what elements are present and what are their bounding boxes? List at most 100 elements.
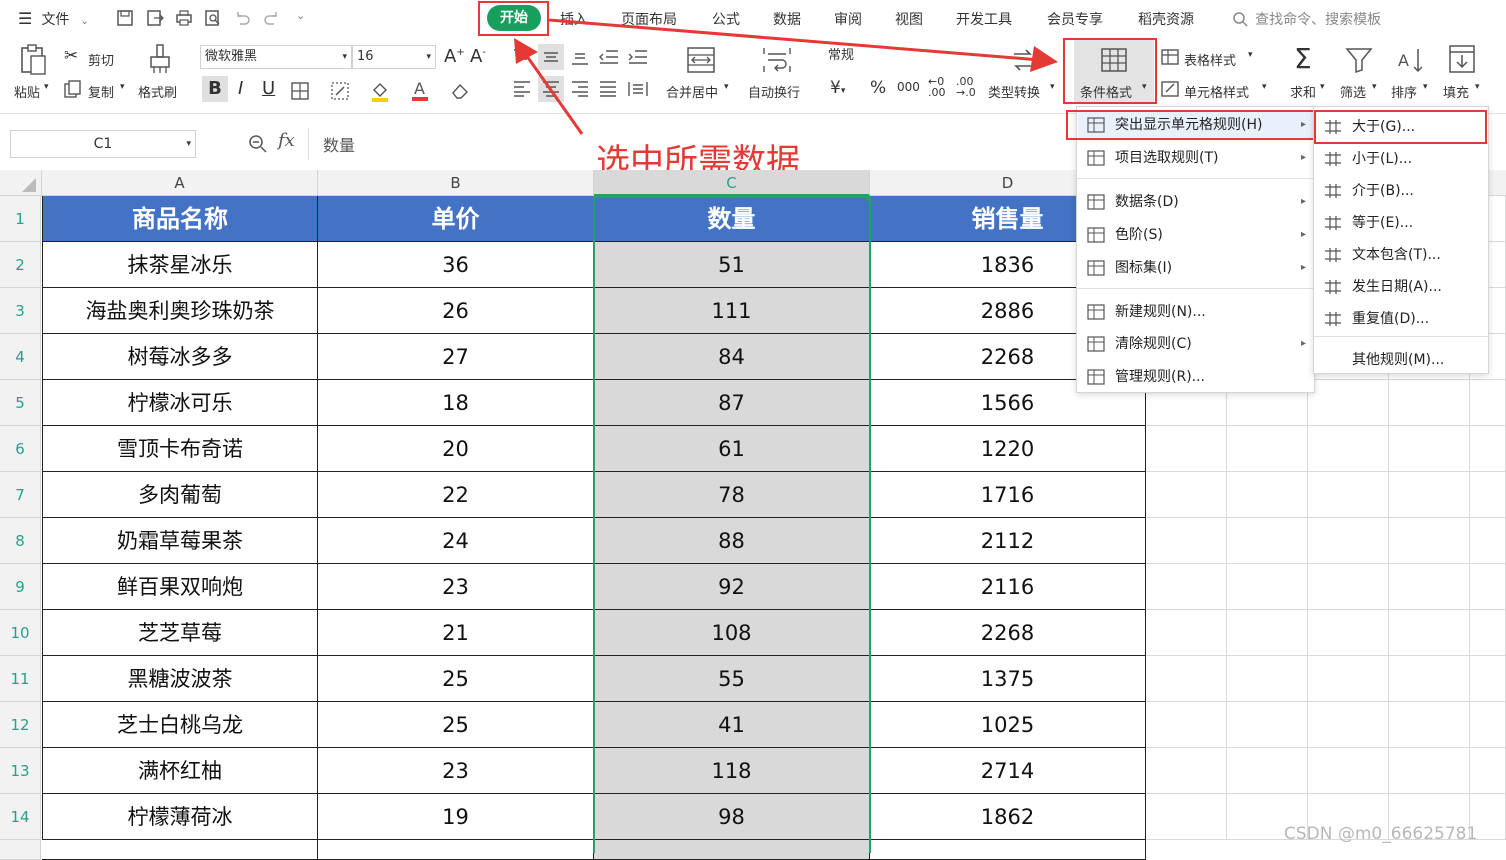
distributed-icon[interactable] [627,80,649,98]
wrap-text-button[interactable]: 自动换行 [748,82,800,101]
table-cell[interactable]: 27 [318,334,594,380]
table-cell[interactable]: 108 [594,610,870,656]
empty-cell[interactable] [1308,656,1389,702]
table-cell[interactable]: 2116 [870,564,1146,610]
thousands-icon[interactable]: 000 [897,80,920,94]
empty-cell[interactable] [1227,426,1308,472]
row-header[interactable]: 10 [0,610,41,656]
table-cell[interactable]: 鲜百果双响炮 [42,564,318,610]
table-cell[interactable]: 92 [594,564,870,610]
align-left-icon[interactable] [512,80,532,98]
empty-cell[interactable] [1470,426,1506,472]
empty-cell[interactable] [1146,610,1227,656]
menu-item[interactable]: 项目选取规则(T) ▸ [1077,143,1314,173]
increase-indent-icon[interactable] [627,48,649,66]
table-cell[interactable]: 奶霜草莓果茶 [42,518,318,564]
empty-cell[interactable] [1470,518,1506,564]
empty-cell[interactable] [1389,610,1470,656]
menu-item[interactable]: 突出显示单元格规则(H) ▸ [1077,110,1314,140]
empty-cell[interactable] [1308,748,1389,794]
empty-cell[interactable] [1308,472,1389,518]
type-convert-icon[interactable] [1008,46,1038,74]
menu-item[interactable]: 新建规则(N)... [1077,297,1314,327]
empty-cell[interactable] [1470,702,1506,748]
empty-cell[interactable] [1146,518,1227,564]
format-painter-button[interactable]: 格式刷 [138,82,177,101]
menu-item[interactable]: 图标集(I) ▸ [1077,253,1314,283]
align-right-icon[interactable] [570,80,590,98]
table-cell[interactable]: 78 [594,472,870,518]
cut-button[interactable]: 剪切 [88,50,114,69]
empty-cell[interactable] [1227,472,1308,518]
borders-icon[interactable] [290,81,310,101]
table-cell[interactable]: 61 [594,426,870,472]
table-cell[interactable]: 19 [318,794,594,840]
row-header[interactable] [0,840,41,860]
empty-cell[interactable] [1146,426,1227,472]
tab-member[interactable]: 会员专享 [1047,9,1103,29]
submenu-item[interactable]: 大于(G)... [1314,112,1488,142]
font-color-icon[interactable]: A [410,78,430,102]
submenu-item[interactable]: 介于(B)... [1314,176,1488,206]
empty-cell[interactable] [1227,748,1308,794]
empty-cell[interactable] [1470,656,1506,702]
increase-font-icon[interactable]: A+ [444,46,465,67]
fill-button[interactable]: 填充 [1443,82,1469,101]
table-cell[interactable]: 21 [318,610,594,656]
empty-cell[interactable] [1389,564,1470,610]
table-cell[interactable]: 柠檬冰可乐 [42,380,318,426]
decrease-indent-icon[interactable] [598,48,620,66]
table-cell[interactable]: 树莓冰多多 [42,334,318,380]
column-header-a[interactable]: A [42,170,318,196]
name-box[interactable]: C1 ▾ [10,130,196,158]
submenu-item[interactable]: 等于(E)... [1314,208,1488,238]
bold-button[interactable]: B [202,76,228,102]
table-cell[interactable]: 柠檬薄荷冰 [42,794,318,840]
menu-item[interactable]: 管理规则(R)... [1077,362,1314,392]
clear-format-icon[interactable] [450,81,470,101]
table-cell[interactable]: 88 [594,518,870,564]
submenu-item[interactable]: 小于(L)... [1314,144,1488,174]
empty-cell[interactable] [1227,656,1308,702]
tab-view[interactable]: 视图 [895,9,923,29]
undo-icon[interactable] [233,9,251,27]
print-icon[interactable] [175,9,193,27]
sum-button[interactable]: 求和 [1290,82,1316,101]
submenu-item[interactable]: 重复值(D)... [1314,304,1488,334]
table-cell[interactable] [42,840,318,860]
align-bottom-icon[interactable] [570,48,590,66]
table-cell[interactable]: 1716 [870,472,1146,518]
print-preview-icon[interactable] [204,9,222,27]
empty-cell[interactable] [1308,518,1389,564]
table-cell[interactable]: 20 [318,426,594,472]
row-header[interactable]: 2 [0,242,41,288]
row-header[interactable]: 7 [0,472,41,518]
font-size-select[interactable]: 16 ▾ [352,45,436,69]
table-cell[interactable] [870,840,1146,860]
table-cell[interactable]: 黑糖波波茶 [42,656,318,702]
column-header-c[interactable]: C [594,170,870,196]
table-cell[interactable]: 1862 [870,794,1146,840]
submenu-item[interactable]: 文本包含(T)... [1314,240,1488,270]
percent-icon[interactable]: % [870,78,886,98]
table-cell[interactable]: 2112 [870,518,1146,564]
empty-cell[interactable] [1389,380,1470,426]
table-cell[interactable]: 18 [318,380,594,426]
empty-cell[interactable] [1146,702,1227,748]
empty-cell[interactable] [1389,656,1470,702]
tab-developer[interactable]: 开发工具 [956,9,1012,29]
fill-color-icon[interactable] [370,80,390,102]
empty-cell[interactable] [1227,702,1308,748]
table-cell[interactable]: 111 [594,288,870,334]
row-header[interactable]: 8 [0,518,41,564]
empty-cell[interactable] [1227,564,1308,610]
italic-button[interactable]: I [238,78,243,99]
table-cell[interactable]: 23 [318,748,594,794]
row-header[interactable]: 4 [0,334,41,380]
row-header[interactable]: 1 [0,196,41,242]
justify-icon[interactable] [598,80,618,98]
empty-cell[interactable] [1389,426,1470,472]
font-name-select[interactable]: 微软雅黑 ▾ [200,45,352,69]
align-center-button[interactable] [538,76,564,102]
fill-handle[interactable] [866,196,871,201]
